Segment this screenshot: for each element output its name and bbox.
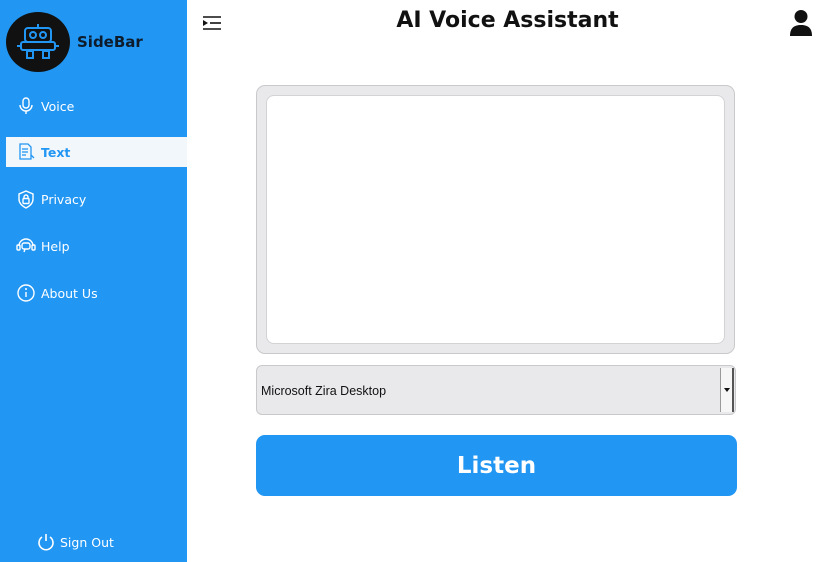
robot-logo-icon [6, 12, 70, 72]
dropdown-arrow-button[interactable] [720, 368, 734, 412]
sidebar-item-privacy[interactable]: Privacy [6, 184, 187, 214]
chat-support-icon [15, 235, 37, 257]
sign-out-button[interactable]: Sign Out [36, 532, 114, 552]
sidebar-item-label: Voice [41, 98, 75, 114]
voice-select-value: Microsoft Zira Desktop [261, 384, 387, 398]
text-display-frame [256, 85, 735, 354]
microphone-icon [15, 95, 37, 117]
sidebar-item-text[interactable]: Text [6, 137, 187, 167]
listen-button[interactable]: Listen [256, 435, 737, 496]
sidebar-item-about-us[interactable]: About Us [6, 278, 187, 308]
sidebar-item-label: About Us [41, 285, 98, 301]
shield-lock-icon [15, 188, 37, 210]
sidebar-item-help[interactable]: Help [6, 231, 187, 261]
page-title: AI Voice Assistant [396, 8, 619, 33]
sidebar: SideBar Voice Text Privacy Help About Us [0, 0, 187, 562]
user-icon[interactable] [789, 9, 813, 37]
info-icon [15, 282, 37, 304]
sidebar-item-label: Text [41, 144, 71, 160]
text-document-icon [15, 141, 37, 163]
sidebar-item-voice[interactable]: Voice [6, 91, 187, 121]
menu-toggle-icon[interactable] [201, 14, 223, 32]
chevron-down-icon [724, 388, 730, 392]
voice-select[interactable]: Microsoft Zira Desktop [256, 365, 736, 415]
text-output-area[interactable] [266, 95, 725, 344]
sidebar-item-label: Help [41, 238, 70, 254]
sign-out-label: Sign Out [60, 534, 114, 550]
sidebar-brand: SideBar [77, 33, 143, 51]
sidebar-item-label: Privacy [41, 191, 87, 207]
power-icon [36, 532, 56, 552]
